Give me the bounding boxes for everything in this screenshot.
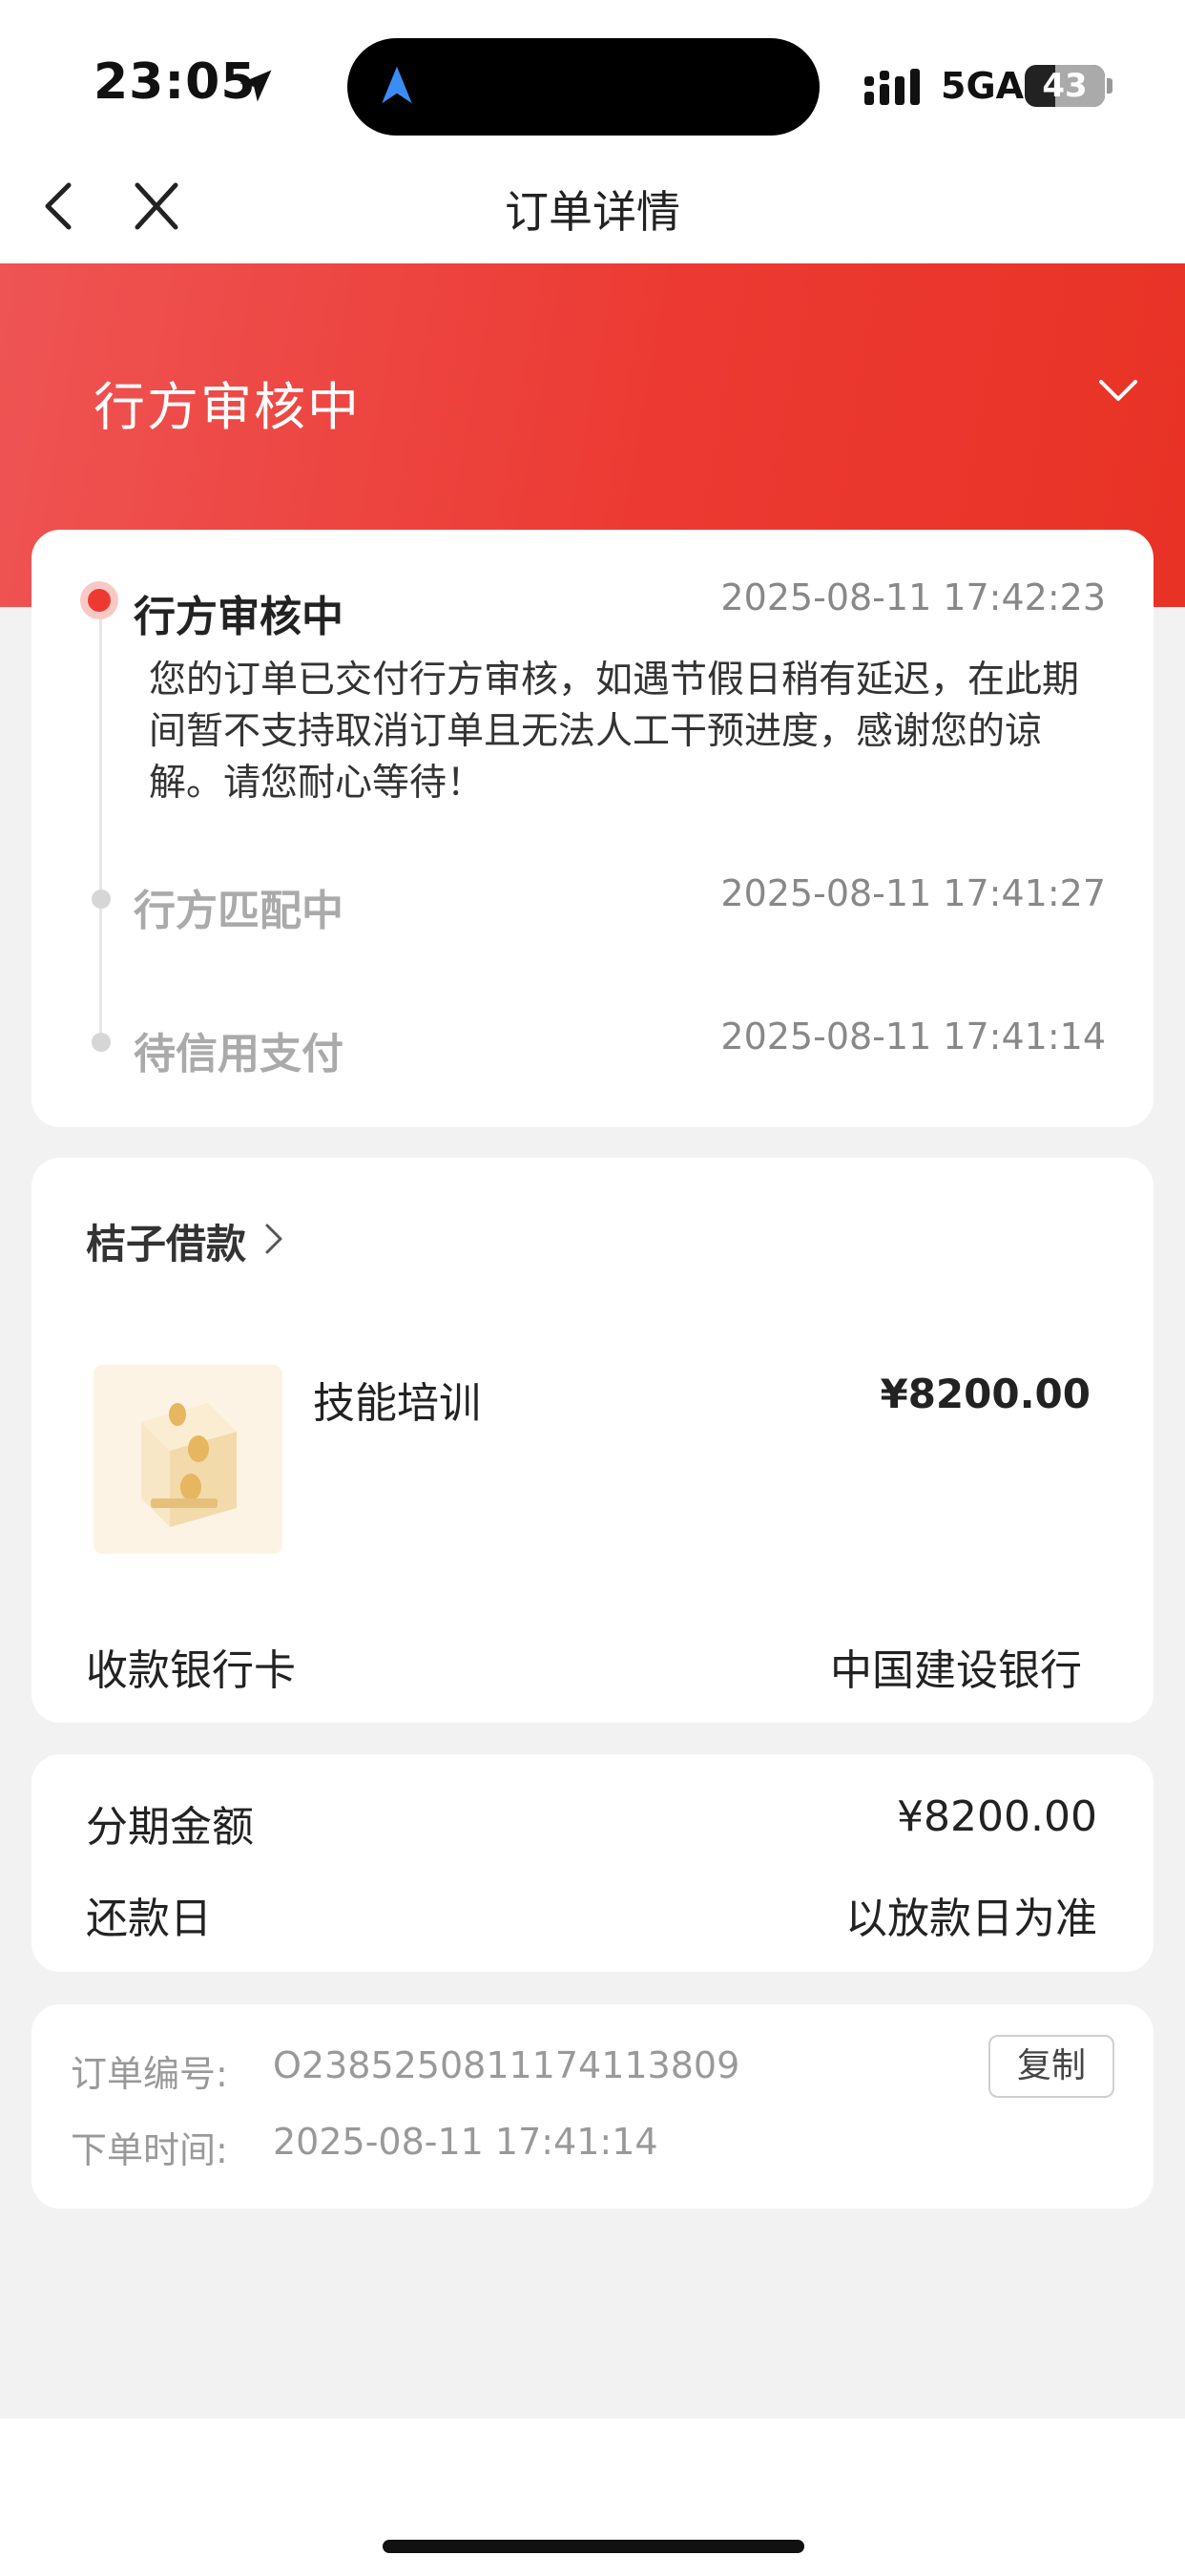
bank-label: 收款银行卡 — [86, 1646, 296, 1695]
order-meta-card — [31, 2004, 1154, 2209]
status-time: 23:05 — [94, 53, 257, 111]
timeline-step-time: 2025-08-11 17:41:14 — [720, 1016, 1106, 1058]
order-time-value: 2025-08-11 17:41:14 — [273, 2121, 658, 2163]
installment-amount-label: 分期金额 — [86, 1803, 254, 1852]
installment-amount-value: ¥8200.00 — [897, 1792, 1097, 1841]
banner-status-text: 行方审核中 — [94, 377, 361, 437]
battery-level: 43 — [1042, 67, 1088, 105]
signal-icon — [864, 69, 920, 105]
chevron-right-icon[interactable] — [261, 1220, 286, 1258]
product-name: 技能培训 — [313, 1379, 481, 1428]
timeline-dot — [92, 1033, 111, 1052]
page-title: 订单详情 — [505, 186, 680, 238]
home-indicator[interactable] — [383, 2540, 804, 2553]
order-number-label: 订单编号: — [71, 2053, 228, 2095]
repay-day-label: 还款日 — [86, 1895, 212, 1943]
chevron-down-icon[interactable] — [1095, 374, 1141, 405]
timeline-line — [99, 601, 102, 1050]
timeline-step-title: 待信用支付 — [134, 1030, 343, 1079]
timeline-step-description: 您的订单已交付行方审核，如遇节假日稍有延迟，在此期间暂不支持取消订单且无法人工干… — [149, 659, 1080, 805]
timeline-step-title: 行方匹配中 — [134, 887, 343, 935]
order-number-value: O2385250811174113809 — [273, 2044, 740, 2086]
timeline-dot — [92, 890, 111, 909]
coin-box-icon — [141, 1403, 237, 1527]
timeline-step-time: 2025-08-11 17:42:23 — [720, 576, 1106, 618]
timeline-step-title: 行方审核中 — [134, 593, 343, 641]
merchant-name[interactable]: 桔子借款 — [86, 1212, 246, 1270]
network-type: 5GA — [941, 65, 1025, 107]
bank-value: 中国建设银行 — [830, 1646, 1082, 1695]
dynamic-island — [347, 38, 820, 136]
timeline-step-time: 2025-08-11 17:41:27 — [720, 872, 1106, 914]
product-price: ¥8200.00 — [880, 1371, 1091, 1417]
navigation-icon — [382, 66, 412, 104]
copy-button[interactable]: 复制 — [988, 2035, 1114, 2098]
order-time-label: 下单时间: — [71, 2129, 228, 2171]
battery-icon: 43 — [1025, 65, 1114, 107]
product-image — [94, 1365, 282, 1554]
location-arrow-icon — [239, 70, 272, 102]
repay-day-value: 以放款日为准 — [845, 1895, 1097, 1943]
